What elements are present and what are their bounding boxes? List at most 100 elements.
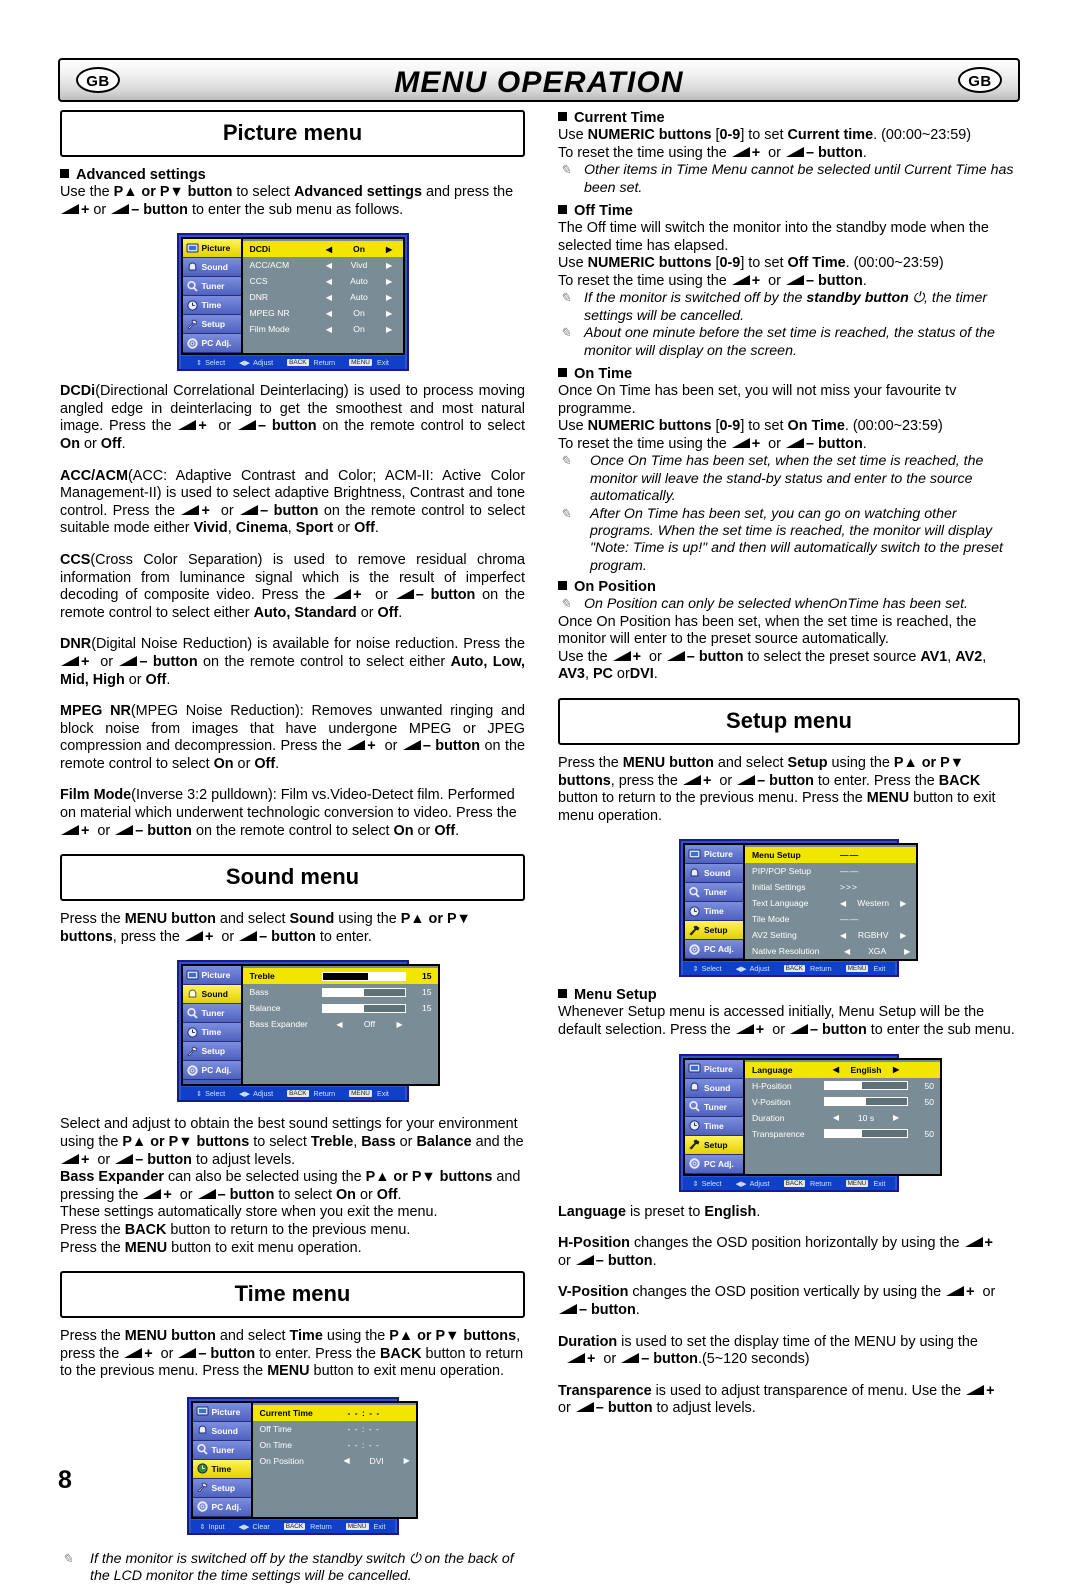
osd-row[interactable]: Balance 15	[243, 1000, 438, 1016]
osd-sidebar-item-pcadj[interactable]: PC Adj.	[192, 1497, 251, 1517]
left-arrow-icon[interactable]: ◀	[840, 931, 846, 940]
right-arrow-icon[interactable]: ▶	[904, 947, 910, 956]
osd-row[interactable]: Duration ◀ 10 s ▶	[745, 1110, 940, 1126]
osd-footer: ⇕ Select ◀▶ Adjust BACK Return MENU Exit	[180, 356, 405, 370]
osd-sidebar-item-sound[interactable]: Sound	[685, 864, 743, 884]
osd-sidebar-item-setup[interactable]: Setup	[192, 1478, 251, 1498]
right-arrow-icon[interactable]: ▶	[386, 245, 392, 254]
osd-sidebar-item-picture[interactable]: Picture	[685, 845, 743, 865]
bullet-square-icon	[558, 368, 567, 377]
wrench-icon	[688, 1138, 701, 1151]
osd-sidebar-item-time[interactable]: Time	[182, 1023, 241, 1043]
osd-sidebar-item-sound[interactable]: Sound	[182, 258, 241, 278]
osd-row[interactable]: Initial Settings >>>	[745, 879, 916, 895]
osd-sidebar-item-pcadj[interactable]: PC Adj.	[685, 1154, 743, 1174]
osd-sidebar-item-sound[interactable]: Sound	[192, 1421, 251, 1441]
osd-panel: Language ◀ English ▶ H-Position 50 V-Positio…	[745, 1057, 942, 1176]
left-arrow-icon[interactable]: ◀	[833, 1065, 839, 1074]
osd-sidebar-item-pcadj[interactable]: PC Adj.	[685, 940, 743, 960]
bullet-square-icon	[558, 989, 567, 999]
right-arrow-icon[interactable]: ▶	[386, 277, 392, 286]
volume-down-icon	[395, 589, 416, 600]
osd-sidebar-item-setup[interactable]: Setup	[685, 921, 743, 941]
pencil-note-icon: ✎	[560, 453, 571, 469]
osd-sidebar-item-tuner[interactable]: Tuner	[182, 277, 241, 297]
osd-sidebar-item-tuner[interactable]: Tuner	[685, 1097, 743, 1117]
osd-sidebar-item-tuner[interactable]: Tuner	[685, 883, 743, 903]
right-arrow-icon[interactable]: ▶	[386, 261, 392, 270]
osd-row[interactable]: DNR ◀ Auto ▶	[243, 289, 403, 305]
balance-slider[interactable]	[321, 1003, 406, 1013]
right-arrow-icon[interactable]: ▶	[386, 309, 392, 318]
osd-sidebar-item-setup[interactable]: Setup	[685, 1135, 743, 1155]
osd-sidebar-item-picture[interactable]: Picture	[182, 966, 241, 986]
osd-row[interactable]: MPEG NR ◀ On ▶	[243, 305, 403, 321]
osd-row[interactable]: DCDi ◀ On ▶	[242, 241, 403, 258]
osd-sidebar-item-pcadj[interactable]: PC Adj.	[182, 334, 241, 354]
left-arrow-icon[interactable]: ◀	[326, 277, 332, 286]
right-arrow-icon[interactable]: ▶	[900, 899, 906, 908]
osd-sidebar-item-time[interactable]: Time	[685, 902, 743, 922]
left-arrow-icon[interactable]: ◀	[326, 309, 332, 318]
osd-sidebar-item-tuner[interactable]: Tuner	[182, 1004, 241, 1024]
osd-sidebar-item-pcadj[interactable]: PC Adj.	[182, 1061, 241, 1081]
right-arrow-icon[interactable]: ▶	[900, 931, 906, 940]
osd-row[interactable]: PIP/POP Setup ——	[745, 863, 916, 879]
osd-row[interactable]: H-Position 50	[745, 1078, 940, 1094]
osd-sidebar-item-tuner[interactable]: Tuner	[192, 1440, 251, 1460]
osd-row[interactable]: Bass Expander ◀ Off ▶	[243, 1016, 438, 1032]
osd-sidebar-item-time[interactable]: Time	[685, 1116, 743, 1136]
osd-row[interactable]: Tile Mode ——	[745, 911, 916, 927]
left-arrow-icon[interactable]: ◀	[326, 245, 332, 254]
osd-row[interactable]: Film Mode ◀ On ▶	[243, 321, 403, 337]
bullet-square-icon	[60, 169, 69, 178]
gear-icon	[688, 943, 701, 956]
volume-up-icon	[61, 1153, 81, 1165]
osd-row[interactable]: Off Time - - : - -	[253, 1421, 416, 1437]
osd-row[interactable]: ACC/ACM ◀ Vivd ▶	[243, 257, 403, 273]
osd-row[interactable]: Current Time - - : - -	[252, 1404, 416, 1421]
volume-up-icon	[178, 420, 198, 431]
osd-row[interactable]: Menu Setup ——	[745, 847, 917, 864]
osd-row[interactable]: CCS ◀ Auto ▶	[243, 273, 403, 289]
osd-sidebar-item-sound[interactable]: Sound	[182, 985, 241, 1005]
osd-row[interactable]: On Position ◀ DVI ▶	[253, 1453, 416, 1469]
osd-row[interactable]: Native Resolution ◀ XGA ▶	[745, 943, 916, 959]
left-arrow-icon[interactable]: ◀	[344, 1456, 350, 1465]
osd-sidebar-item-picture[interactable]: Picture	[685, 1059, 743, 1079]
right-arrow-icon[interactable]: ▶	[386, 293, 392, 302]
osd-row[interactable]: Bass 15	[243, 984, 438, 1000]
right-arrow-icon[interactable]: ▶	[386, 325, 392, 334]
osd-sidebar-item-sound[interactable]: Sound	[685, 1078, 743, 1098]
hposition-slider[interactable]	[824, 1081, 908, 1091]
treble-slider[interactable]	[321, 971, 406, 981]
osd-sidebar-item-time[interactable]: Time	[192, 1459, 251, 1479]
right-arrow-icon[interactable]: ▶	[893, 1065, 899, 1074]
left-arrow-icon[interactable]: ◀	[326, 261, 332, 270]
osd-sidebar-item-picture[interactable]: Picture	[182, 239, 241, 259]
vposition-slider[interactable]	[824, 1097, 908, 1107]
osd-sidebar-item-time[interactable]: Time	[182, 296, 241, 316]
osd-row[interactable]: On Time - - : - -	[253, 1437, 416, 1453]
osd-row[interactable]: AV2 Setting ◀ RGBHV ▶	[745, 927, 916, 943]
transparence-slider[interactable]	[824, 1129, 908, 1139]
osd-row[interactable]: Text Language ◀ Western ▶	[745, 895, 916, 911]
left-arrow-icon[interactable]: ◀	[336, 1020, 342, 1029]
osd-row[interactable]: V-Position 50	[745, 1094, 940, 1110]
osd-sidebar-item-picture[interactable]: Picture	[192, 1402, 251, 1422]
left-arrow-icon[interactable]: ◀	[326, 325, 332, 334]
on-time-note1: ✎ Once On Time has been set, when the set…	[560, 453, 984, 505]
osd-row[interactable]: Transparence 50	[745, 1126, 940, 1142]
left-arrow-icon[interactable]: ◀	[844, 947, 850, 956]
bass-slider[interactable]	[321, 987, 406, 997]
osd-sidebar-item-setup[interactable]: Setup	[182, 1042, 241, 1062]
left-arrow-icon[interactable]: ◀	[833, 1113, 839, 1122]
right-arrow-icon[interactable]: ▶	[893, 1113, 899, 1122]
left-arrow-icon[interactable]: ◀	[840, 899, 846, 908]
left-arrow-icon[interactable]: ◀	[326, 293, 332, 302]
right-arrow-icon[interactable]: ▶	[404, 1456, 410, 1465]
osd-sidebar-item-setup[interactable]: Setup	[182, 315, 241, 335]
osd-row[interactable]: Treble 15	[242, 968, 438, 985]
right-arrow-icon[interactable]: ▶	[397, 1020, 403, 1029]
osd-row[interactable]: Language ◀ English ▶	[745, 1061, 940, 1078]
